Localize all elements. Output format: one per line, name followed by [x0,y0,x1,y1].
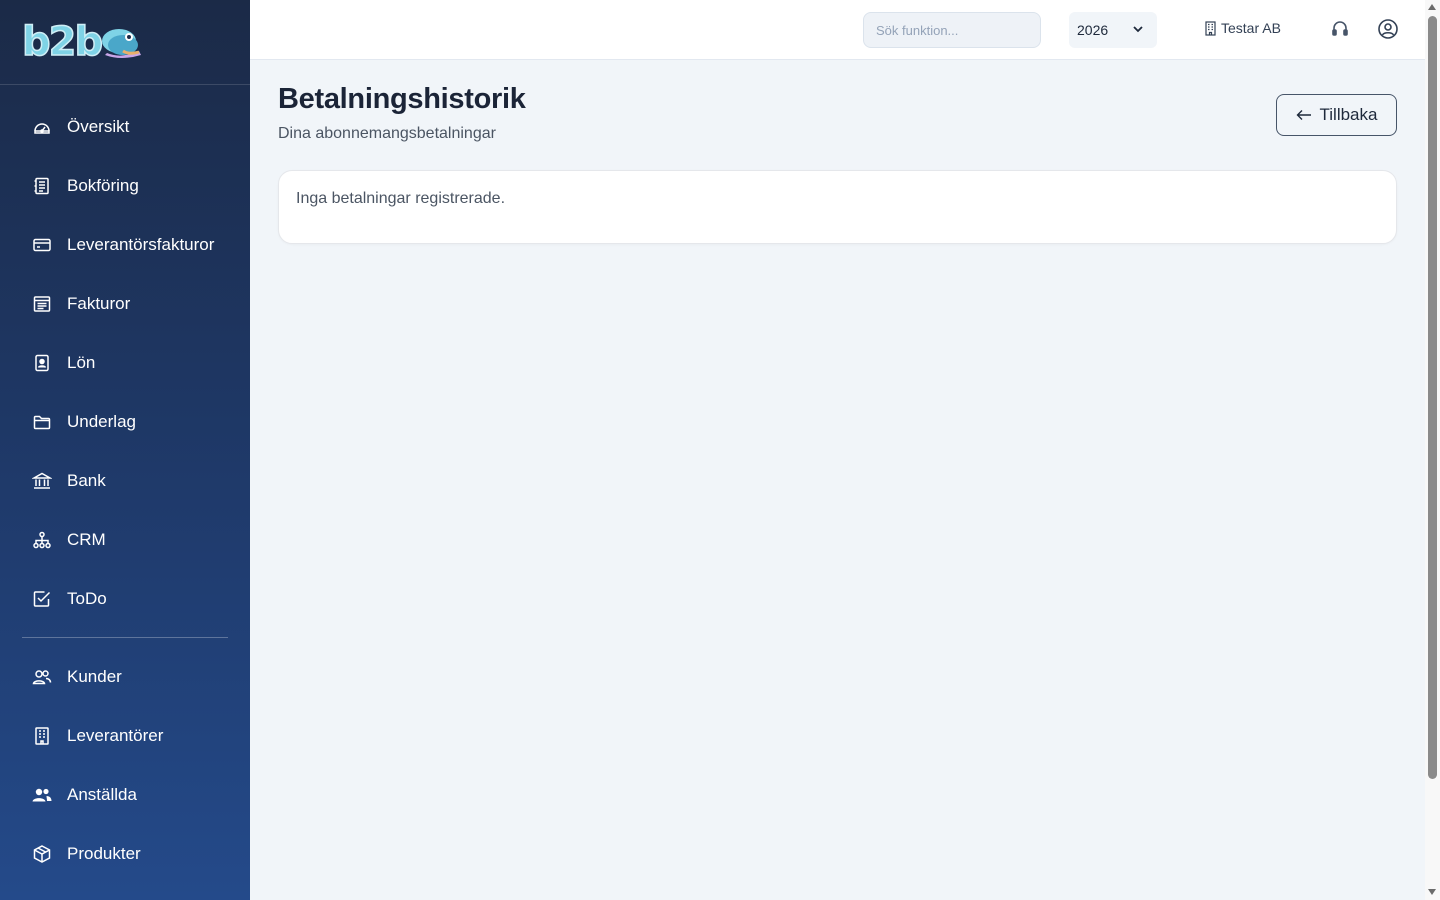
sidebar-item-label: Produkter [67,843,141,863]
sidebar-item-label: CRM [67,529,106,549]
back-button-label: Tillbaka [1319,105,1378,124]
payments-card: Inga betalningar registrerade. [278,170,1397,244]
scroll-down-arrow-icon[interactable] [1428,889,1436,895]
gauge-icon [32,117,52,137]
page-subtitle: Dina abonnemangsbetalningar [278,125,496,142]
search-input[interactable] [863,12,1041,48]
sidebar-item-fakturor[interactable]: Fakturor [0,274,250,333]
building-icon [1205,20,1216,36]
sidebar-item-label: Leverantörer [67,725,164,745]
year-select[interactable]: 2026 [1069,12,1157,48]
users-outline-icon [32,667,52,687]
sidebar-item-label: Bokföring [67,175,139,195]
scroll-up-arrow-icon[interactable] [1428,4,1436,10]
checkbox-icon [32,589,52,609]
logo[interactable]: b2b [21,19,143,65]
bank-icon [32,471,52,491]
user-account-icon[interactable] [1377,18,1399,40]
network-icon [32,530,52,550]
sidebar-item-label: Bank [67,470,106,490]
logo-text: b2b [21,19,104,65]
sidebar: b2b Översikt Bokföring Leverantörsfaktur… [0,0,250,900]
year-value: 2026 [1077,22,1109,38]
sidebar-item-label: Anställda [67,784,137,804]
main-content: Betalningshistorik Dina abonnemangsbetal… [250,60,1425,900]
sidebar-divider [22,637,228,638]
company-name: Testar AB [1221,20,1281,36]
empty-state-message: Inga betalningar registrerade. [296,190,506,207]
sidebar-nav: Översikt Bokföring Leverantörsfakturor F… [0,97,250,883]
scrollbar-thumb[interactable] [1428,16,1437,779]
users-filled-icon [32,785,52,805]
company-selector[interactable]: Testar AB [1204,20,1281,36]
sidebar-item-produkter[interactable]: Produkter [0,824,250,883]
headset-icon[interactable] [1330,19,1350,39]
sidebar-item-bank[interactable]: Bank [0,451,250,510]
sidebar-item-leverantorsfakturor[interactable]: Leverantörsfakturor [0,215,250,274]
logo-area: b2b [0,0,250,85]
credit-card-icon [32,235,52,255]
sidebar-item-lon[interactable]: Lön [0,333,250,392]
package-icon [32,844,52,864]
folder-icon [32,412,52,432]
sidebar-item-label: Kunder [67,666,122,686]
sidebar-item-kunder[interactable]: Kunder [0,647,250,706]
scrollbar[interactable] [1425,0,1440,900]
building-icon [32,726,52,746]
sidebar-item-label: Fakturor [67,293,131,313]
arrow-left-icon [1296,110,1311,120]
sidebar-item-underlag[interactable]: Underlag [0,392,250,451]
sidebar-item-label: Underlag [67,411,136,431]
ledger-icon [32,176,52,196]
badge-icon [32,353,52,373]
sidebar-item-leverantorer[interactable]: Leverantörer [0,706,250,765]
sidebar-item-label: Översikt [67,116,130,136]
sidebar-item-label: ToDo [67,588,107,608]
page-title: Betalningshistorik [278,83,526,115]
topbar: 2026 Testar AB [250,0,1425,60]
sidebar-item-label: Leverantörsfakturor [67,234,215,254]
sidebar-item-oversikt[interactable]: Översikt [0,97,250,156]
sidebar-item-bokforing[interactable]: Bokföring [0,156,250,215]
chevron-down-icon [1133,26,1143,33]
back-button[interactable]: Tillbaka [1276,94,1397,136]
sidebar-item-label: Lön [67,352,96,372]
sidebar-item-crm[interactable]: CRM [0,510,250,569]
sidebar-item-anstallda[interactable]: Anställda [0,765,250,824]
chameleon-logo-icon [102,29,142,58]
invoice-icon [32,294,52,314]
sidebar-item-todo[interactable]: ToDo [0,569,250,628]
